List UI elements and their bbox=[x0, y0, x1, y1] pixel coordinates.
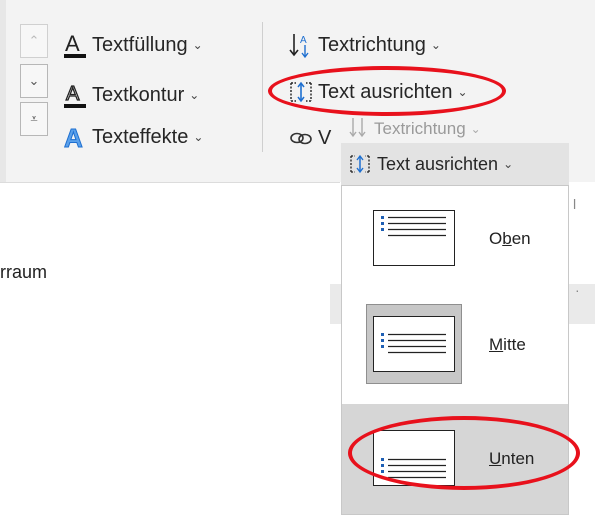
text-fill-button[interactable]: A Textfüllung ⌄ bbox=[62, 28, 203, 62]
ribbon-left-edge bbox=[0, 0, 6, 182]
text-direction-ghost-label: Textrichtung bbox=[374, 119, 466, 138]
ribbon-bottom-border bbox=[0, 182, 340, 183]
text-outline-button[interactable]: A Textkontur ⌄ bbox=[62, 78, 199, 112]
text-direction-icon bbox=[348, 115, 368, 144]
text-direction-label: Textrichtung bbox=[318, 33, 426, 56]
text-align-icon bbox=[349, 152, 371, 176]
background-edge-mark: · bbox=[575, 282, 580, 298]
align-middle-thumbnail bbox=[366, 304, 462, 384]
text-align-dropdown-label: Text ausrichten bbox=[377, 153, 499, 174]
chevron-down-icon: ⌄ bbox=[503, 157, 514, 171]
link-icon bbox=[288, 123, 314, 153]
menu-item-top-label: Ob en bbox=[489, 229, 531, 248]
svg-text:A: A bbox=[300, 35, 307, 46]
create-link-button[interactable]: V bbox=[288, 121, 331, 155]
chevron-down-icon: ⌄ bbox=[192, 38, 203, 52]
menu-item-top[interactable]: Ob en bbox=[342, 186, 568, 292]
background-edge-mark: l bbox=[573, 196, 577, 212]
more-styles-button[interactable]: ⩡ bbox=[20, 102, 48, 136]
svg-text:A: A bbox=[66, 83, 80, 105]
text-outline-icon: A bbox=[62, 80, 88, 110]
group-separator bbox=[262, 22, 263, 152]
text-effects-label: Texteffekte bbox=[92, 125, 189, 148]
scroll-up-button[interactable]: ⌃ bbox=[20, 24, 48, 58]
text-fill-icon: A bbox=[62, 30, 88, 60]
chevron-down-icon: ⌄ bbox=[28, 73, 40, 88]
chevron-down-icon: ⌄ bbox=[430, 38, 441, 52]
align-middle-icon bbox=[381, 333, 446, 354]
text-effects-button[interactable]: A Texteffekte ⌄ bbox=[62, 120, 204, 154]
document-text: rraum bbox=[0, 262, 48, 282]
text-direction-ghost: Textrichtung ⌄ bbox=[348, 114, 481, 144]
expand-gallery-icon: ⩡ bbox=[30, 111, 38, 126]
text-effects-icon: A bbox=[62, 122, 88, 153]
text-direction-button[interactable]: A Textrichtung ⌄ bbox=[288, 28, 441, 62]
align-top-thumbnail bbox=[366, 198, 462, 278]
wordart-gallery-scroll: ⌃ ⌄ ⩡ bbox=[20, 24, 50, 136]
chevron-up-icon: ⌃ bbox=[28, 33, 40, 48]
text-align-dropdown-button[interactable]: Text ausrichten ⌄ bbox=[341, 143, 569, 185]
menu-item-middle-label: Mitte bbox=[489, 335, 526, 354]
create-link-label: V bbox=[318, 126, 332, 149]
highlight-ellipse-text-align bbox=[268, 66, 506, 116]
align-top-icon bbox=[381, 216, 446, 237]
chevron-down-icon: ⌄ bbox=[193, 130, 204, 144]
scroll-down-button[interactable]: ⌄ bbox=[20, 64, 48, 98]
menu-item-middle[interactable]: Mitte bbox=[342, 292, 568, 398]
text-fill-label: Textfüllung bbox=[92, 33, 188, 56]
svg-text:A: A bbox=[64, 123, 83, 152]
svg-text:A: A bbox=[65, 31, 80, 56]
text-outline-label: Textkontur bbox=[92, 83, 185, 106]
chevron-down-icon: ⌄ bbox=[189, 88, 200, 102]
highlight-ellipse-bottom bbox=[348, 416, 580, 490]
chevron-down-icon: ⌄ bbox=[470, 122, 481, 136]
text-direction-icon: A bbox=[288, 30, 314, 60]
